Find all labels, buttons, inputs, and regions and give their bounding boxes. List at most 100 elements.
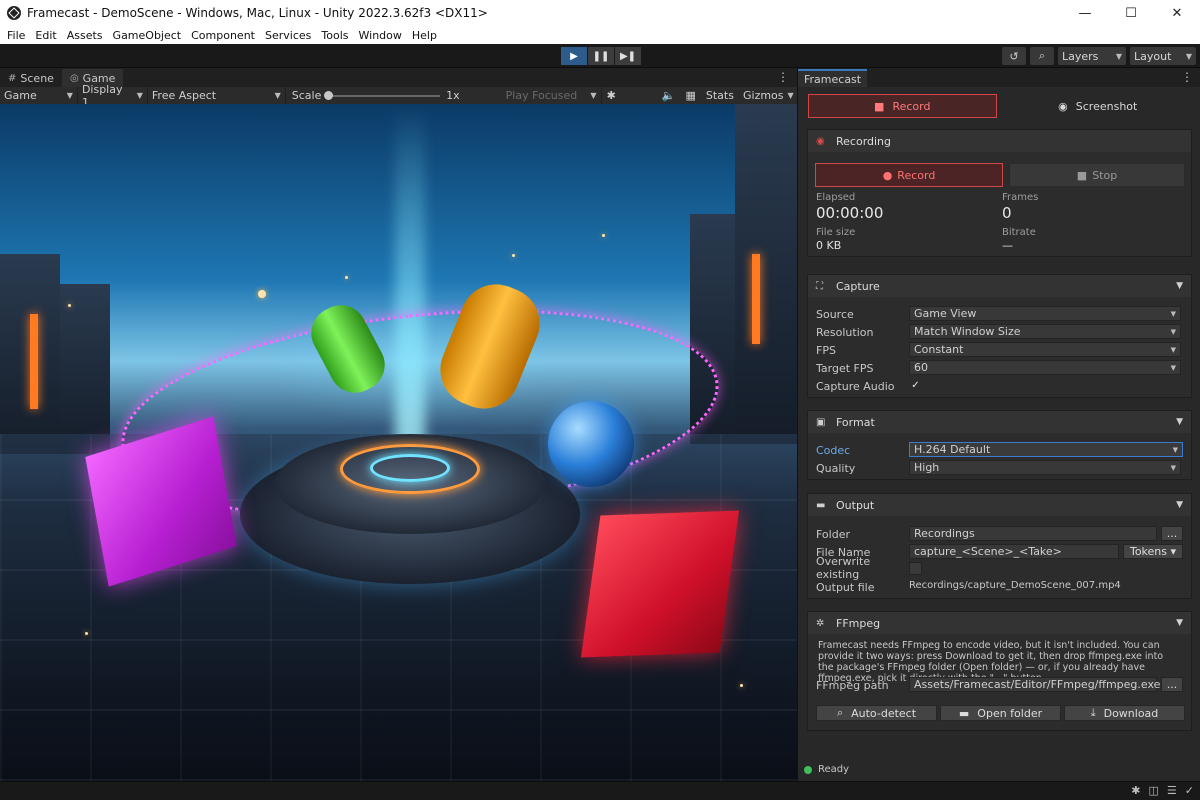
menu-assets[interactable]: Assets — [62, 29, 108, 42]
game-viewport[interactable] — [0, 104, 797, 781]
target-fps-dropdown[interactable]: 60 ▼ — [909, 360, 1181, 375]
status-indicator: Ready — [804, 764, 849, 775]
camera-icon: ◉ — [1058, 99, 1068, 113]
collapse-icon[interactable]: ▼ — [1176, 618, 1183, 628]
chevron-down-icon: ▼ — [1170, 309, 1176, 318]
layers-icon[interactable]: ◫ — [1149, 784, 1159, 797]
tab-framecast[interactable]: Framecast — [798, 69, 868, 87]
record-button[interactable]: ● Record — [815, 163, 1003, 187]
output-file-label: Output file — [816, 580, 875, 594]
chevron-down-icon: ▼ — [1115, 51, 1122, 61]
folder-input[interactable]: Recordings — [909, 526, 1157, 541]
resolution-dropdown[interactable]: Match Window Size ▼ — [909, 324, 1181, 339]
close-button[interactable]: ✕ — [1154, 0, 1200, 26]
output-header[interactable]: ▬ Output ▼ — [808, 494, 1191, 516]
overwrite-checkbox[interactable] — [909, 562, 922, 575]
game-view-menu-icon[interactable]: ⋮ — [777, 70, 789, 84]
menu-services[interactable]: Services — [260, 29, 316, 42]
list-icon[interactable]: ☰ — [1167, 784, 1177, 797]
quality-dropdown[interactable]: High ▼ — [909, 460, 1181, 475]
frames-label: Frames — [1002, 192, 1039, 203]
capture-audio-row: Capture Audio — [816, 378, 908, 394]
ffmpeg-header[interactable]: ✲ FFmpeg ▼ — [808, 612, 1191, 634]
source-dropdown[interactable]: Game View ▼ — [909, 306, 1181, 321]
menu-help[interactable]: Help — [407, 29, 442, 42]
filesize-label: File size — [816, 227, 856, 238]
pause-button[interactable]: ❚❚ — [588, 47, 614, 65]
capture-audio-checkbox[interactable]: ✓ — [909, 379, 922, 392]
chevron-down-icon: ▼ — [1185, 51, 1192, 61]
history-icon[interactable]: ↺ — [1002, 47, 1026, 65]
overwrite-label: Overwrite existing — [816, 555, 871, 581]
quality-label: Quality — [816, 461, 856, 475]
collapse-icon[interactable]: ▼ — [1176, 500, 1183, 510]
scale-slider[interactable] — [324, 90, 441, 100]
background-tower — [735, 104, 797, 444]
capture-header[interactable]: ⛶ Capture ▼ — [808, 275, 1191, 297]
collapse-icon[interactable]: ▼ — [1176, 281, 1183, 291]
ffmpeg-path-input[interactable]: Assets/Framecast/Editor/FFmpeg/ffmpeg.ex… — [909, 677, 1160, 692]
menu-file[interactable]: File — [2, 29, 30, 42]
layout-dropdown[interactable]: Layout ▼ — [1130, 47, 1196, 65]
open-folder-label: Open folder — [977, 706, 1043, 720]
format-heading: Format — [836, 415, 875, 429]
sparkle — [740, 684, 743, 687]
stop-square-icon: ■ — [1076, 168, 1088, 182]
output-file-value: Recordings/capture_DemoScene_007.mp4 — [909, 580, 1121, 591]
scale-slider-handle[interactable] — [324, 90, 334, 100]
menu-gameobject[interactable]: GameObject — [108, 29, 187, 42]
auto-detect-button[interactable]: ⌕ Auto-detect — [816, 705, 937, 721]
bug-icon[interactable]: ✱ — [1131, 784, 1140, 797]
check-circle-icon[interactable]: ✓ — [1185, 784, 1194, 797]
auto-detect-label: Auto-detect — [851, 706, 917, 720]
minimize-button[interactable]: — — [1062, 0, 1108, 26]
background-tower — [60, 284, 110, 454]
screenshot-mode-button[interactable]: ◉ Screenshot — [1005, 94, 1192, 118]
codec-dropdown[interactable]: H.264 Default ▼ — [909, 442, 1183, 457]
window-title: Framecast - DemoScene - Windows, Mac, Li… — [27, 6, 488, 20]
quality-row: Quality — [816, 460, 908, 476]
source-row: Source — [816, 306, 908, 322]
menu-tools[interactable]: Tools — [316, 29, 353, 42]
gizmos-dropdown[interactable]: Gizmos ▼ — [739, 87, 797, 104]
sparkle — [345, 276, 348, 279]
stop-button[interactable]: ■ Stop — [1009, 163, 1185, 187]
chevron-down-icon: ▼ — [1172, 445, 1178, 454]
format-section: ▣ Format ▼ Codec H.264 Default ▼ Quality… — [807, 410, 1192, 480]
menu-component[interactable]: Component — [186, 29, 260, 42]
game-mode-dropdown[interactable]: Game ▼ — [0, 87, 78, 104]
collapse-icon[interactable]: ▼ — [1176, 417, 1183, 427]
target-fps-value: 60 — [914, 361, 928, 374]
open-folder-button[interactable]: ▬ Open folder — [940, 705, 1061, 721]
audio-mute-icon[interactable]: 🔈 — [657, 89, 681, 102]
menu-window[interactable]: Window — [354, 29, 407, 42]
record-mode-button[interactable]: ■ Record — [808, 94, 997, 118]
capture-frame-icon: ⛶ — [816, 280, 823, 292]
status-bar-icons: ✱ ◫ ☰ ✓ — [1131, 784, 1194, 797]
resolution-label: Resolution — [816, 325, 874, 339]
filename-input[interactable]: capture_<Scene>_<Take> — [909, 544, 1119, 559]
bug-icon[interactable]: ✱ — [602, 89, 621, 102]
folder-browse-button[interactable]: ... — [1161, 526, 1183, 541]
play-button[interactable]: ▶ — [561, 47, 587, 65]
search-icon[interactable]: ⌕ — [1030, 47, 1054, 65]
play-focused-dropdown[interactable]: Play Focused ▼ — [502, 87, 602, 104]
maximize-button[interactable]: ☐ — [1108, 0, 1154, 26]
output-section: ▬ Output ▼ Folder Recordings ... File Na… — [807, 493, 1192, 599]
display-dropdown[interactable]: Display 1 ▼ — [78, 83, 148, 109]
aspect-dropdown[interactable]: Free Aspect ▼ — [148, 87, 286, 104]
layers-dropdown[interactable]: Layers ▼ — [1058, 47, 1126, 65]
menu-edit[interactable]: Edit — [30, 29, 61, 42]
tokens-dropdown[interactable]: Tokens ▾ — [1123, 544, 1183, 559]
capture-mode-toggle: ■ Record ◉ Screenshot — [808, 94, 1191, 120]
tab-scene[interactable]: # Scene — [0, 69, 62, 87]
framecast-menu-icon[interactable]: ⋮ — [1181, 70, 1193, 84]
status-text: Ready — [818, 764, 850, 775]
stats-button[interactable]: Stats — [701, 89, 739, 102]
ffmpeg-browse-button[interactable]: ... — [1161, 677, 1183, 692]
fps-label: FPS — [816, 343, 836, 357]
format-header[interactable]: ▣ Format ▼ — [808, 411, 1191, 433]
step-button[interactable]: ▶❚ — [615, 47, 641, 65]
fps-dropdown[interactable]: Constant ▼ — [909, 342, 1181, 357]
download-button[interactable]: ⤓ Download — [1064, 705, 1185, 721]
